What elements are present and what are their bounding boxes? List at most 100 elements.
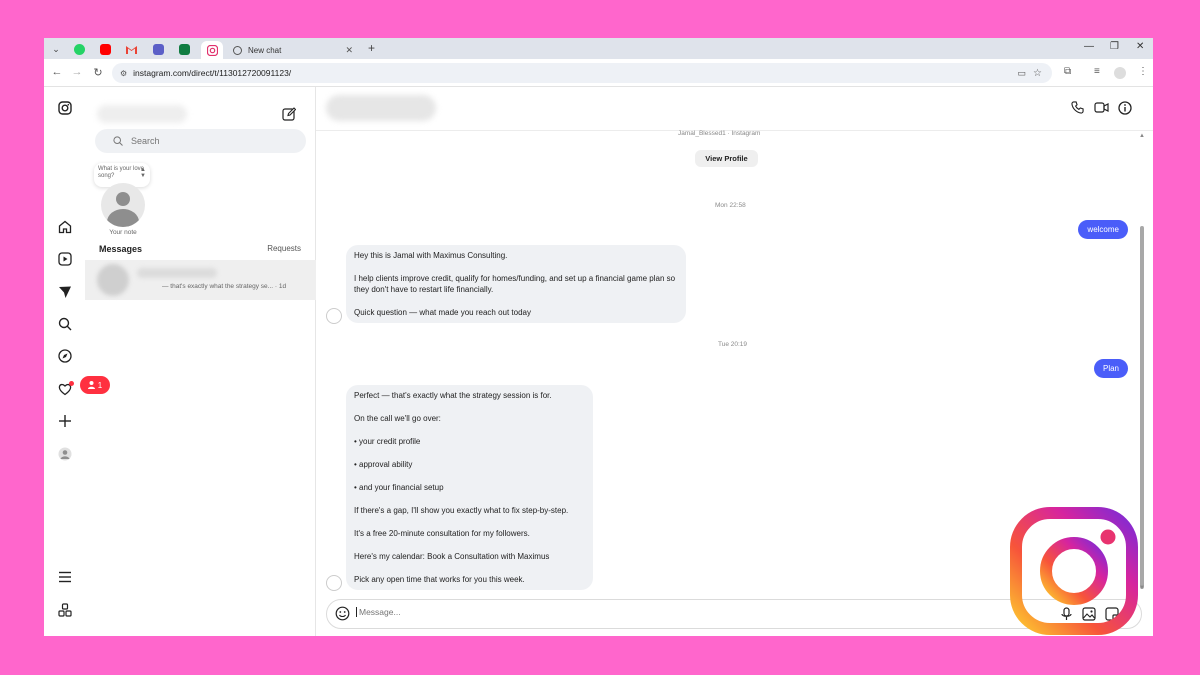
instagram-logo-icon[interactable] — [56, 99, 74, 117]
home-icon[interactable] — [56, 218, 74, 236]
message-line: Perfect — that's exactly what the strate… — [354, 391, 552, 400]
new-tab-button[interactable]: + — [368, 41, 375, 55]
scrollbar-thumb[interactable] — [1140, 226, 1144, 589]
extensions-icon[interactable]: ⧉ — [1064, 66, 1071, 77]
restore-button[interactable]: ❐ — [1110, 41, 1119, 52]
excel-icon — [178, 43, 190, 55]
message-line: Hey this is Jamal with Maximus Consultin… — [354, 251, 508, 260]
search-input[interactable] — [131, 136, 281, 146]
your-note-label: Your note — [109, 229, 137, 236]
instagram-app: 1 What i — [44, 87, 1153, 636]
back-button[interactable]: ← — [50, 66, 64, 78]
tab-search-chevron-icon[interactable]: ⌄ — [49, 42, 63, 56]
tab-title: New chat — [248, 45, 282, 55]
whatsapp-icon — [73, 43, 85, 55]
media-controls-icon[interactable]: ≡ — [1094, 66, 1100, 77]
audio-call-icon[interactable] — [1071, 101, 1084, 119]
sender-avatar[interactable] — [326, 575, 342, 591]
instagram-tab-icon — [206, 44, 218, 56]
reload-button[interactable]: ↻ — [91, 66, 105, 79]
search-nav-icon[interactable] — [56, 315, 74, 333]
avatar-head — [116, 192, 130, 206]
address-bar: ← → ↻ ⚙ instagram.com/direct/t/113012720… — [44, 59, 1153, 87]
conversation-item[interactable]: — that's exactly what the strategy se...… — [85, 260, 316, 300]
message-input[interactable] — [356, 607, 1006, 617]
create-plus-icon[interactable] — [56, 412, 74, 430]
conversation-preview: — that's exactly what the strategy se...… — [162, 283, 287, 290]
tab-new-chat[interactable]: New chat ✕ — [225, 41, 365, 59]
message-line: Pick any open time that works for you th… — [354, 575, 525, 584]
direct-messages-icon[interactable] — [56, 283, 74, 301]
messages-heading: Messages — [99, 244, 143, 254]
tab-whatsapp[interactable] — [68, 41, 90, 57]
site-info-icon[interactable]: ⚙ — [120, 69, 127, 78]
message-line: • and your financial setup — [354, 483, 444, 492]
account-username[interactable] — [97, 105, 187, 123]
view-profile-button[interactable]: View Profile — [695, 150, 758, 167]
message-line: Quick question — what made you reach out… — [354, 308, 531, 317]
timestamp-separator: Mon 22:58 — [715, 202, 746, 209]
search-icon — [113, 136, 123, 146]
conversation-list: What is your love song? ▲▼ Your note Mes… — [85, 87, 316, 636]
url-text[interactable]: instagram.com/direct/t/113012720091123/ — [133, 68, 291, 78]
message-line: If there's a gap, I'll show you exactly … — [354, 506, 569, 515]
message-line: • your credit profile — [354, 437, 421, 446]
message-line: On the call we'll go over: — [354, 414, 441, 423]
youtube-icon — [99, 43, 111, 55]
note-prompt-text: What is your love song? — [98, 166, 145, 179]
message-line: • approval ability — [354, 460, 413, 469]
thread-header — [316, 87, 1153, 131]
video-call-icon[interactable] — [1094, 101, 1109, 119]
outgoing-message[interactable]: Plan — [1093, 359, 1128, 378]
conversation-name — [137, 268, 217, 278]
profile-avatar[interactable] — [1114, 67, 1126, 79]
close-window-button[interactable]: ✕ — [1136, 41, 1144, 52]
globe-icon — [233, 45, 242, 55]
conversation-avatar — [97, 264, 129, 296]
timestamp-separator: Tue 20:19 — [718, 341, 748, 348]
emoji-icon[interactable] — [335, 606, 350, 626]
sender-avatar[interactable] — [326, 308, 342, 324]
also-from-meta-icon[interactable] — [56, 601, 74, 619]
bookmark-star-icon[interactable]: ☆ — [1033, 68, 1042, 79]
browser-window: ⌄ New chat ✕ + — ❐ ✕ ← → ↻ ⚙ instagram.c… — [44, 38, 1153, 636]
requests-link[interactable]: Requests — [267, 244, 301, 253]
menu-kebab-icon[interactable]: ⋮ — [1138, 66, 1148, 77]
nav-rail: 1 — [44, 87, 110, 636]
tab-instagram[interactable] — [201, 41, 223, 59]
message-line: It's a free 20-minute consultation for m… — [354, 529, 530, 538]
close-tab-icon[interactable]: ✕ — [345, 45, 353, 56]
profile-reference: Jamal_Blessed1 · Instagram — [678, 130, 761, 137]
gmail-icon — [125, 45, 137, 54]
profile-icon[interactable] — [56, 445, 74, 463]
reels-icon[interactable] — [56, 250, 74, 268]
incoming-message[interactable]: Perfect — that's exactly what the strate… — [346, 385, 593, 590]
teams-icon — [152, 43, 164, 55]
note-arrows-icon: ▲ ▼ — [140, 167, 146, 179]
tab-excel[interactable] — [173, 41, 195, 57]
conversation-info-icon[interactable] — [1118, 101, 1132, 120]
tab-teams[interactable] — [147, 41, 169, 57]
avatar-body — [107, 209, 139, 227]
message-line: Here's my calendar: Book a Consultation … — [354, 552, 550, 561]
notification-dot — [69, 381, 74, 386]
incoming-message[interactable]: Hey this is Jamal with Maximus Consultin… — [346, 245, 686, 323]
instagram-logo-overlay-icon — [1010, 507, 1138, 635]
minimize-button[interactable]: — — [1084, 41, 1094, 52]
new-message-compose-icon[interactable] — [282, 107, 297, 126]
explore-compass-icon[interactable] — [56, 347, 74, 365]
scroll-up-arrow[interactable]: ▲ — [1139, 133, 1145, 139]
thread-contact-name[interactable] — [326, 95, 436, 121]
outgoing-message[interactable]: welcome — [1078, 220, 1128, 239]
tab-gmail[interactable] — [120, 41, 142, 57]
more-menu-icon[interactable] — [56, 568, 74, 586]
search-bar[interactable] — [95, 129, 306, 153]
omnibox[interactable]: ⚙ instagram.com/direct/t/113012720091123… — [112, 63, 1052, 83]
message-line: I help clients improve credit, qualify f… — [354, 274, 676, 294]
tab-strip: ⌄ New chat ✕ + — ❐ ✕ — [44, 38, 1153, 59]
install-app-icon[interactable]: ▭ — [1017, 68, 1026, 79]
note-avatar[interactable] — [101, 183, 145, 227]
tab-youtube[interactable] — [94, 41, 116, 57]
scroll-down-arrow[interactable]: ▼ — [1139, 585, 1145, 591]
forward-button[interactable]: → — [70, 66, 84, 78]
